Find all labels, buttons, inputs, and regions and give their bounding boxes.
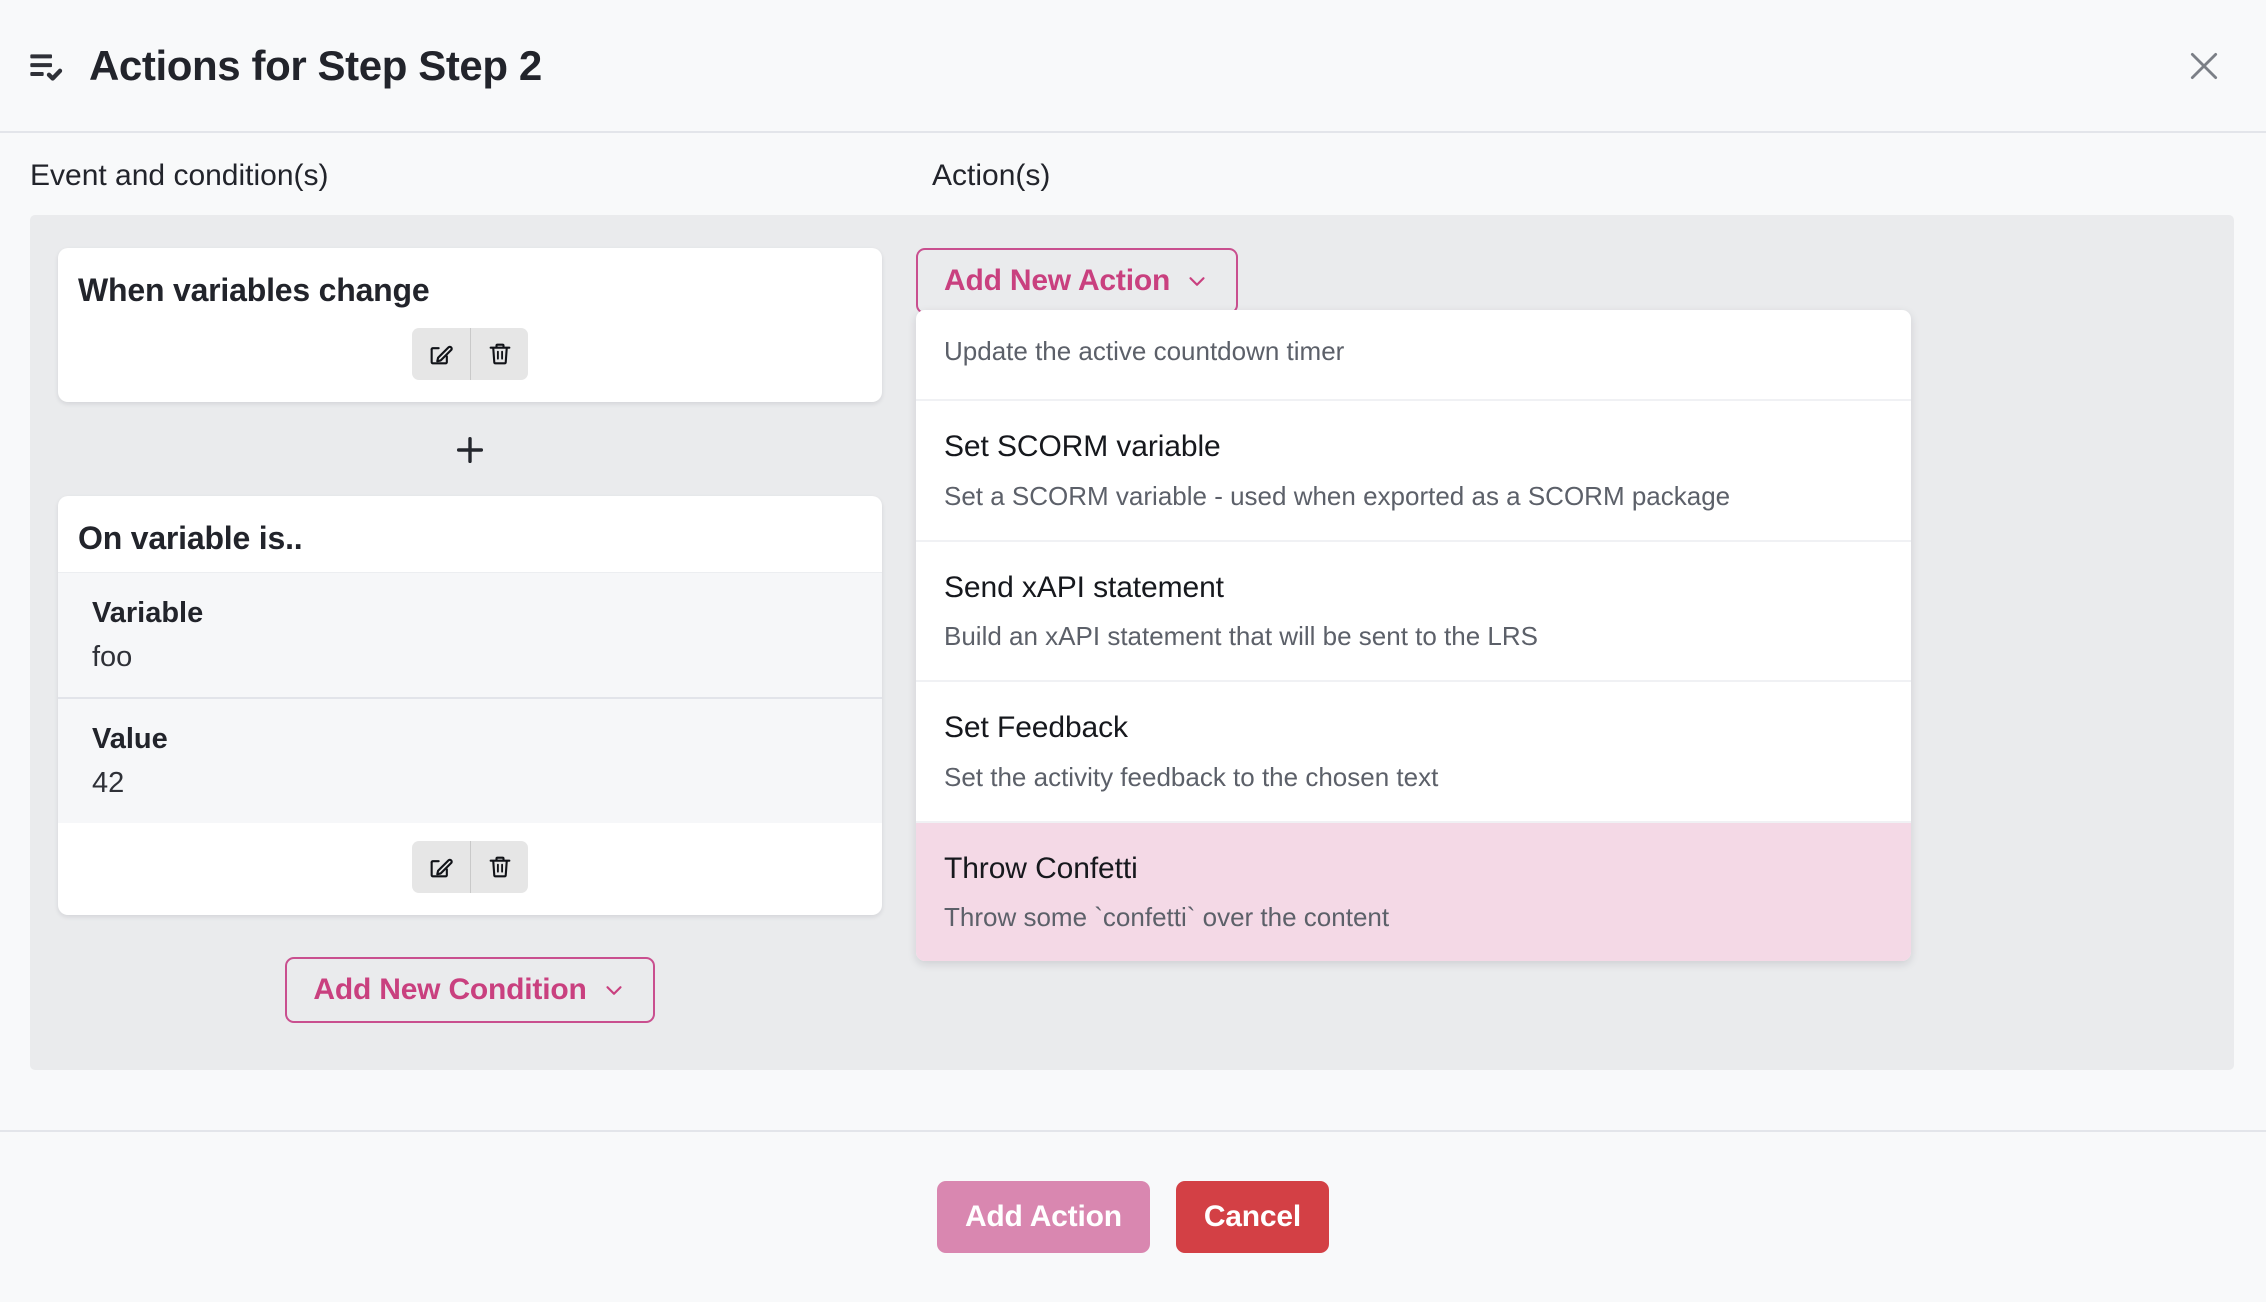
trash-icon[interactable] (470, 840, 528, 893)
dropdown-option-description: Update the active countdown timer (944, 336, 1345, 366)
condition-card-button-group (412, 840, 528, 893)
trash-icon[interactable] (470, 328, 528, 380)
cancel-button[interactable]: Cancel (1175, 1181, 1330, 1253)
edit-icon[interactable] (412, 841, 470, 893)
actions-modal: Actions for Step Step 2 Event and condit… (0, 0, 2266, 1302)
add-new-action-label: Add New Action (944, 264, 1171, 297)
dropdown-option-title: Send xAPI statement (944, 570, 1224, 604)
page-title: Actions for Step Step 2 (89, 41, 542, 89)
dropdown-option-title: Set SCORM variable (944, 430, 1221, 464)
column-headers: Event and condition(s) Action(s) (0, 133, 2266, 215)
add-new-condition-label: Add New Condition (313, 972, 587, 1006)
condition-card: On variable is.. Variable foo Value 42 (58, 496, 882, 915)
field-label: Value (92, 722, 168, 755)
event-card: When variables change (58, 248, 882, 402)
field-label: Variable (92, 597, 204, 629)
events-column-heading: Event and condition(s) (30, 159, 329, 192)
action-type-dropdown: Update the active countdown timer Set SC… (916, 310, 1911, 962)
event-card-actions (58, 310, 882, 402)
modal-header-left: Actions for Step Step 2 (26, 41, 2176, 89)
actions-column-heading: Action(s) (932, 159, 1051, 192)
dropdown-option-description: Build an xAPI statement that will be sen… (944, 621, 1538, 652)
add-new-action-button[interactable]: Add New Action (916, 248, 1239, 314)
plus-icon[interactable] (448, 428, 492, 472)
dropdown-option[interactable]: Throw Confetti Throw some `confetti` ove… (916, 820, 1911, 962)
conditions-column: When variables change On variable is.. V… (30, 215, 888, 1070)
event-card-title: When variables change (78, 272, 430, 308)
add-between-row (58, 402, 882, 496)
condition-field-row: Variable foo (58, 573, 882, 697)
add-action-button[interactable]: Add Action (936, 1181, 1150, 1253)
field-value: 42 (92, 766, 125, 799)
dropdown-option[interactable]: Set SCORM variable Set a SCORM variable … (916, 399, 1911, 540)
dropdown-option[interactable]: Send xAPI statement Build an xAPI statem… (916, 539, 1911, 681)
field-value: foo (92, 640, 133, 673)
actions-column: Add New Action Update the active countdo… (888, 215, 2234, 1070)
list-check-icon (26, 45, 68, 87)
condition-card-title: On variable is.. (78, 520, 303, 556)
modal-footer: Add Action Cancel (0, 1130, 2266, 1302)
modal-header: Actions for Step Step 2 (0, 0, 2266, 133)
dropdown-option-description: Set the activity feedback to the chosen … (944, 761, 1439, 792)
dropdown-option-description: Set a SCORM variable - used when exporte… (944, 480, 1731, 511)
add-new-condition-button[interactable]: Add New Condition (285, 956, 655, 1023)
work-area: When variables change On variable is.. V… (30, 215, 2234, 1070)
dropdown-option-title: Set Feedback (944, 711, 1128, 745)
chevron-down-icon (601, 977, 627, 1003)
dropdown-option[interactable]: Set Feedback Set the activity feedback t… (916, 680, 1911, 821)
condition-field-row: Value 42 (58, 696, 882, 823)
dropdown-option[interactable]: Update the active countdown timer (916, 310, 1911, 399)
modal-body: Event and condition(s) Action(s) When va… (0, 133, 2266, 1130)
condition-fields: Variable foo Value 42 (58, 572, 882, 823)
condition-card-actions (58, 823, 882, 915)
edit-icon[interactable] (412, 328, 470, 380)
dropdown-option-description: Throw some `confetti` over the content (944, 902, 1390, 933)
dropdown-option-title: Throw Confetti (944, 851, 1138, 885)
add-condition-row: Add New Condition (58, 915, 882, 1023)
event-card-button-group (412, 328, 528, 380)
chevron-down-icon (1184, 268, 1210, 294)
close-icon[interactable] (2176, 38, 2232, 94)
